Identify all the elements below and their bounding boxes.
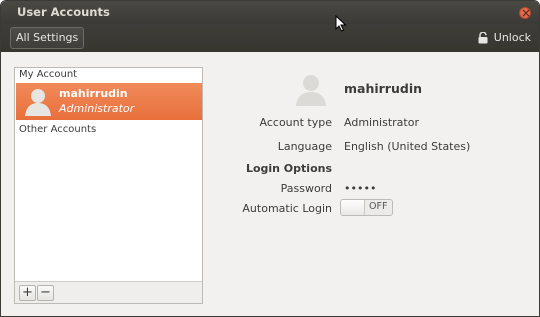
language-value[interactable]: English (United States) xyxy=(344,140,470,153)
user-accounts-window: User Accounts All Settings Unlock My Acc… xyxy=(0,0,540,317)
unlock-label: Unlock xyxy=(493,31,531,44)
remove-user-button[interactable]: − xyxy=(37,285,54,301)
account-type-label: Account type xyxy=(259,116,332,129)
title-bar[interactable]: User Accounts xyxy=(1,1,539,24)
language-label: Language xyxy=(277,140,332,153)
window-title: User Accounts xyxy=(17,5,110,19)
password-label: Password xyxy=(280,182,332,195)
user-avatar-icon[interactable] xyxy=(293,71,329,107)
accounts-list: My Account mahirrudin Administrator Othe… xyxy=(14,67,203,304)
all-settings-button[interactable]: All Settings xyxy=(10,27,85,49)
list-item-selected-user[interactable]: mahirrudin Administrator xyxy=(16,83,202,120)
unlock-button[interactable]: Unlock xyxy=(478,31,531,44)
automatic-login-label: Automatic Login xyxy=(242,202,332,215)
user-name: mahirrudin xyxy=(59,87,128,100)
content-area: My Account mahirrudin Administrator Othe… xyxy=(1,52,539,316)
user-role: Administrator xyxy=(59,102,135,115)
toggle-state: OFF xyxy=(369,201,388,212)
password-value[interactable]: ••••• xyxy=(344,182,376,195)
my-account-header: My Account xyxy=(19,69,78,80)
close-icon[interactable] xyxy=(519,5,531,21)
account-type-value[interactable]: Administrator xyxy=(344,116,419,129)
add-user-button[interactable]: + xyxy=(19,285,36,301)
list-footer: + − xyxy=(15,281,202,303)
username-field[interactable]: mahirrudin xyxy=(344,81,422,96)
toggle-knob xyxy=(341,200,365,215)
mouse-pointer-icon xyxy=(335,14,347,32)
lock-icon xyxy=(478,31,488,44)
toolbar: All Settings Unlock xyxy=(1,24,539,52)
other-accounts-header: Other Accounts xyxy=(19,124,97,135)
automatic-login-toggle[interactable]: OFF xyxy=(340,199,393,216)
user-avatar-icon xyxy=(22,85,54,117)
login-options-heading: Login Options xyxy=(245,162,332,175)
